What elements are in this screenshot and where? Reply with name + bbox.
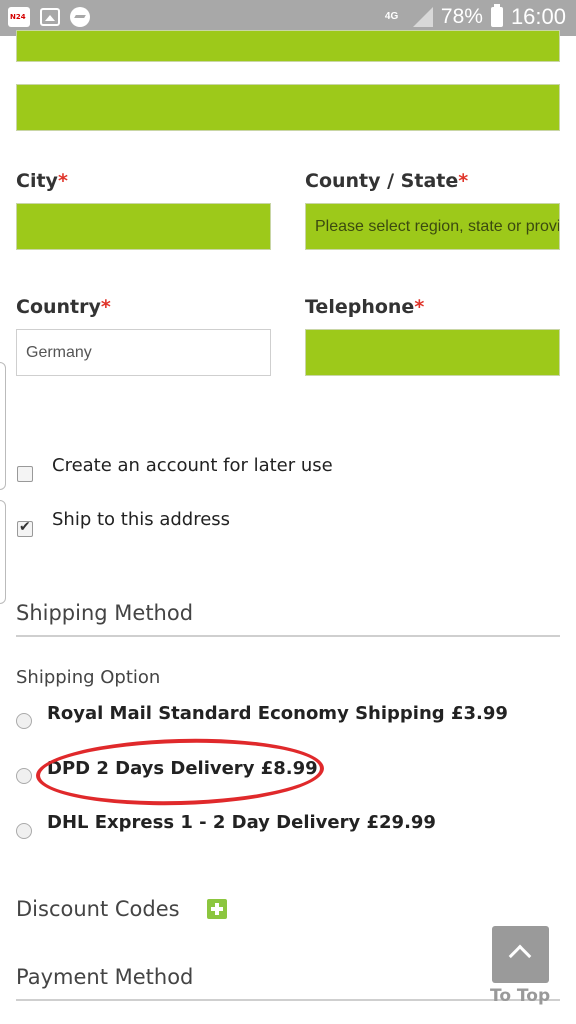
city-label: City* xyxy=(16,170,68,192)
radio-dhl[interactable] xyxy=(16,823,32,839)
county-select[interactable]: Please select region, state or province xyxy=(305,203,560,250)
radio-dpd[interactable] xyxy=(16,768,32,784)
shipping-option-royal-mail[interactable]: Royal Mail Standard Economy Shipping £3.… xyxy=(47,703,508,724)
address-line-1-input[interactable] xyxy=(16,30,560,62)
shipping-option-dhl[interactable]: DHL Express 1 - 2 Day Delivery £29.99 xyxy=(47,812,436,833)
telephone-label: Telephone* xyxy=(305,296,425,318)
red-annotation-circle xyxy=(35,735,325,809)
news-app-icon xyxy=(8,7,30,27)
messenger-icon xyxy=(70,7,90,27)
payment-method-title: Payment Method xyxy=(16,965,194,989)
telephone-input[interactable] xyxy=(305,329,560,376)
county-label: County / State* xyxy=(305,170,469,192)
ship-to-address-checkbox[interactable] xyxy=(17,519,33,537)
shipping-method-title: Shipping Method xyxy=(16,601,194,625)
gallery-icon xyxy=(40,8,60,26)
payment-divider xyxy=(16,999,560,1001)
discount-codes-title[interactable]: Discount Codes xyxy=(16,897,180,921)
create-account-checkbox[interactable] xyxy=(17,466,33,482)
country-select[interactable]: Germany xyxy=(16,329,271,376)
signal-icon xyxy=(411,7,433,27)
side-panel-handle[interactable] xyxy=(0,362,6,490)
clock: 16:00 xyxy=(510,4,566,29)
shipping-option-label: Shipping Option xyxy=(16,667,161,688)
battery-percent: 78% xyxy=(440,5,483,28)
chevron-up-icon xyxy=(508,944,532,968)
create-account-label: Create an account for later use xyxy=(52,455,333,476)
ship-to-address-label: Ship to this address xyxy=(52,509,231,530)
country-label: Country* xyxy=(16,296,111,318)
country-value: Germany xyxy=(26,344,92,361)
address-line-2-input[interactable] xyxy=(16,84,560,131)
county-placeholder: Please select region, state or province xyxy=(315,218,559,235)
city-input[interactable] xyxy=(16,203,271,250)
shipping-divider xyxy=(16,635,560,637)
side-panel-handle-2[interactable] xyxy=(0,500,6,604)
to-top-label[interactable]: To Top xyxy=(490,986,550,1006)
radio-royal-mail[interactable] xyxy=(16,713,32,729)
network-type: 4G xyxy=(384,11,399,22)
to-top-button[interactable] xyxy=(492,926,549,983)
battery-icon xyxy=(490,4,503,27)
plus-icon[interactable] xyxy=(207,899,227,919)
